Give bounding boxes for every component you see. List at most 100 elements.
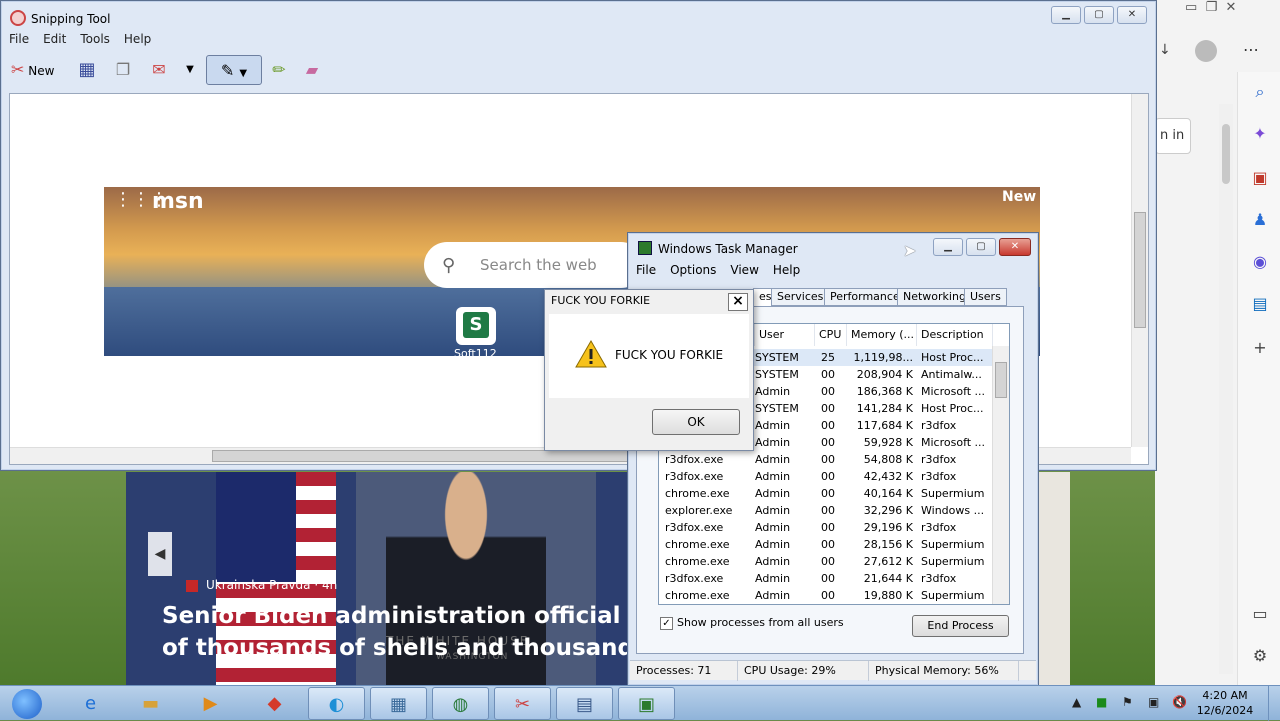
profile-avatar[interactable] <box>1195 40 1217 62</box>
column-cpu[interactable]: CPU <box>815 324 847 346</box>
tab-services[interactable]: Services <box>771 288 830 306</box>
show-hidden-icons[interactable]: ▲ <box>1072 695 1081 709</box>
close-button[interactable]: ✕ <box>999 238 1031 256</box>
process-row[interactable]: explorer.exe Admin 00 32,296 K Windows ... <box>659 502 999 519</box>
menu-help[interactable]: Help <box>773 263 800 277</box>
windows-orb-icon <box>12 689 42 719</box>
pen-button[interactable]: ✎ ▼ <box>206 55 262 85</box>
highlighter-icon[interactable]: ✏ <box>267 55 291 85</box>
cell-user: Admin <box>755 555 791 568</box>
tab-users[interactable]: Users <box>964 288 1007 306</box>
minimize-button[interactable]: ▁ <box>1051 6 1081 24</box>
process-row[interactable]: r3dfox.exe Admin 00 29,196 K r3dfox <box>659 519 999 536</box>
copilot-icon[interactable]: ✦ <box>1250 124 1270 144</box>
page-scrollbar[interactable] <box>1219 104 1233 674</box>
app-shield-icon[interactable]: ◆ <box>246 687 303 720</box>
show-desktop-button[interactable] <box>1268 686 1280 721</box>
window-app-icon[interactable]: ▤ <box>556 687 613 720</box>
copy-icon[interactable]: ❐ <box>111 55 135 85</box>
control-panel-icon[interactable]: ▦ <box>370 687 427 720</box>
maximize-button[interactable]: ▢ <box>966 238 996 256</box>
search-icon[interactable]: ⌕ <box>1250 82 1270 102</box>
snipping-tool-taskbar-icon[interactable]: ✂ <box>494 687 551 720</box>
green-tray-icon[interactable]: ■ <box>1096 695 1107 709</box>
cell-image: chrome.exe <box>665 487 730 500</box>
edge-taskbar-icon[interactable]: ◐ <box>308 687 365 720</box>
pen-dropdown-icon[interactable]: ▼ <box>239 68 247 79</box>
news-source: Ukrainska Pravda · 4h <box>186 578 337 592</box>
clock[interactable]: 4:20 AM 12/6/2024 <box>1188 688 1262 718</box>
menu-view[interactable]: View <box>730 263 758 277</box>
dialog-body: FUCK YOU FORKIE <box>549 314 749 398</box>
column-description[interactable]: Description <box>917 324 993 346</box>
process-row[interactable]: chrome.exe Admin 00 19,880 K Supermium <box>659 587 999 604</box>
scrollbar-thumb[interactable] <box>1222 124 1230 184</box>
discover-icon[interactable]: ◉ <box>1250 252 1270 272</box>
cell-desc: Supermium <box>921 555 985 568</box>
message-dialog: FUCK YOU FORKIE × FUCK YOU FORKIE OK <box>544 289 754 451</box>
start-button[interactable] <box>4 686 48 721</box>
menu-help[interactable]: Help <box>124 32 151 46</box>
minimize-button[interactable]: ▁ <box>933 238 963 256</box>
more-options-icon[interactable]: ⋯ <box>1243 40 1259 59</box>
network-icon[interactable]: ▣ <box>1148 695 1159 709</box>
end-process-button[interactable]: End Process <box>912 615 1009 637</box>
menu-options[interactable]: Options <box>670 263 716 277</box>
media-player-icon[interactable]: ▶ <box>182 687 239 720</box>
shopping-icon[interactable]: ▣ <box>1250 168 1270 188</box>
process-list-scrollbar[interactable] <box>992 346 1009 604</box>
internet-explorer-icon[interactable]: e <box>62 687 119 720</box>
volume-muted-icon[interactable]: 🔇 <box>1172 695 1187 709</box>
close-icon[interactable]: ✕ <box>1225 0 1236 15</box>
checkbox-checked-icon[interactable]: ✓ <box>660 616 673 630</box>
menu-edit[interactable]: Edit <box>43 32 66 46</box>
menu-tools[interactable]: Tools <box>80 32 110 46</box>
cell-cpu: 00 <box>821 368 835 381</box>
add-icon[interactable]: + <box>1250 338 1270 358</box>
ok-button[interactable]: OK <box>652 409 740 435</box>
process-row[interactable]: r3dfox.exe Admin 00 42,432 K r3dfox <box>659 468 999 485</box>
vertical-scrollbar[interactable] <box>1131 94 1148 447</box>
process-row[interactable]: r3dfox.exe Admin 00 21,644 K r3dfox <box>659 570 999 587</box>
flag-canton <box>216 472 296 582</box>
process-row[interactable]: chrome.exe Admin 00 28,156 K Supermium <box>659 536 999 553</box>
extension-icon[interactable]: ↓ <box>1159 42 1171 58</box>
maximize-button[interactable]: ▢ <box>1084 6 1114 24</box>
sign-in-button[interactable]: n in <box>1155 118 1191 154</box>
globe-app-icon[interactable]: ◍ <box>432 687 489 720</box>
process-row[interactable]: chrome.exe Admin 00 40,164 K Supermium <box>659 485 999 502</box>
cell-cpu: 00 <box>821 589 835 602</box>
news-prev-button[interactable]: ◀ <box>148 532 172 576</box>
scrollbar-thumb[interactable] <box>1134 212 1146 328</box>
new-snip-button[interactable]: ✂ New <box>11 55 71 85</box>
send-dropdown-icon[interactable]: ▼ <box>183 55 197 85</box>
outlook-icon[interactable]: ▤ <box>1250 294 1270 314</box>
menu-file[interactable]: File <box>9 32 29 46</box>
tab-networking[interactable]: Networking <box>897 288 972 306</box>
cell-cpu: 00 <box>821 504 835 517</box>
tab-performance[interactable]: Performance <box>824 288 906 306</box>
people-icon[interactable]: ♟ <box>1250 210 1270 230</box>
process-row[interactable]: r3dfox.exe Admin 00 54,808 K r3dfox <box>659 451 999 468</box>
dialog-close-button[interactable]: × <box>728 293 748 311</box>
eraser-icon[interactable]: ▰ <box>299 55 325 85</box>
scrollbar-thumb[interactable] <box>995 362 1007 398</box>
cell-user: Admin <box>755 521 791 534</box>
task-manager-taskbar-icon[interactable]: ▣ <box>618 687 675 720</box>
menu-file[interactable]: File <box>636 263 656 277</box>
process-row[interactable]: chrome.exe Admin 00 27,612 K Supermium <box>659 553 999 570</box>
sidebar-toggle-icon[interactable]: ▭ <box>1250 604 1270 624</box>
minimize-icon[interactable]: ▭ <box>1185 0 1197 15</box>
source-logo-icon <box>186 579 198 592</box>
column-user-name[interactable]: User Name <box>755 324 815 363</box>
cell-user: Admin <box>755 572 791 585</box>
save-icon[interactable]: ▦ <box>75 55 99 85</box>
show-all-users-checkbox[interactable]: ✓ Show processes from all users <box>660 616 844 630</box>
close-button[interactable]: ✕ <box>1117 6 1147 24</box>
settings-gear-icon[interactable]: ⚙ <box>1250 646 1270 666</box>
action-center-flag-icon[interactable]: ⚑ <box>1122 695 1133 709</box>
explorer-folder-icon[interactable]: ▬ <box>122 687 179 720</box>
restore-icon[interactable]: ❐ <box>1206 0 1218 15</box>
column-memory[interactable]: Memory (... <box>847 324 917 346</box>
send-snip-icon[interactable]: ✉ <box>147 55 171 85</box>
